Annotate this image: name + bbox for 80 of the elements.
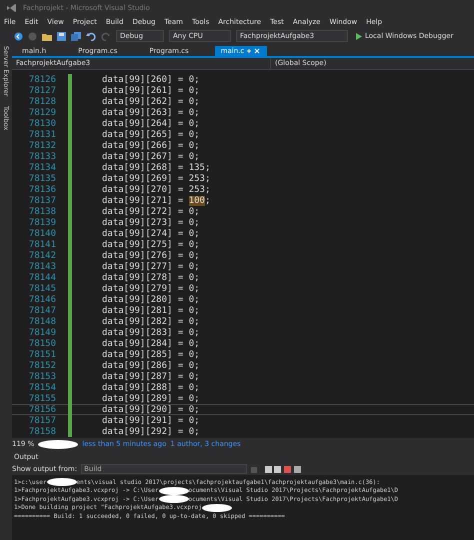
line-number: 78151 bbox=[28, 350, 57, 360]
code-line: data[99][265] = 0; bbox=[102, 130, 200, 140]
undo-icon[interactable] bbox=[86, 32, 96, 40]
line-number: 78140 bbox=[28, 228, 57, 238]
code-line: data[99][263] = 0; bbox=[102, 108, 200, 118]
code-line: data[99][264] = 0; bbox=[102, 118, 200, 128]
line-number: 78158 bbox=[28, 426, 57, 436]
play-icon bbox=[356, 32, 362, 40]
redaction-mark bbox=[38, 440, 78, 448]
code-line: data[99][284] = 0; bbox=[102, 338, 200, 348]
line-number: 78143 bbox=[28, 262, 57, 272]
code-line: data[99][287] = 0; bbox=[102, 372, 200, 382]
code-line: data[99][273] = 0; bbox=[102, 218, 200, 228]
code-line: data[99][270] = 253; bbox=[102, 184, 210, 194]
code-line: data[99][285] = 0; bbox=[102, 350, 200, 360]
redaction-mark bbox=[46, 478, 77, 486]
code-line: data[99][288] = 0; bbox=[102, 382, 200, 392]
line-number: 78141 bbox=[28, 240, 57, 250]
line-number: 78132 bbox=[28, 140, 57, 150]
save-all-icon[interactable] bbox=[71, 32, 81, 40]
code-line: data[99][292] = 0; bbox=[102, 426, 200, 436]
line-number: 78127 bbox=[28, 86, 57, 96]
line-number: 78144 bbox=[28, 272, 57, 282]
redaction-mark bbox=[202, 504, 232, 512]
code-line: data[99][289] = 0; bbox=[102, 394, 200, 404]
code-line: data[99][260] = 0; bbox=[102, 74, 200, 84]
code-line: data[99][282] = 0; bbox=[102, 316, 200, 326]
code-line: data[99][275] = 0; bbox=[102, 240, 200, 250]
line-number: 78157 bbox=[28, 416, 57, 426]
line-number: 78130 bbox=[28, 118, 57, 128]
code-line: data[99][261] = 0; bbox=[102, 86, 200, 96]
code-line: data[99][281] = 0; bbox=[102, 306, 200, 316]
code-line: data[99][274] = 0; bbox=[102, 228, 200, 238]
line-number: 78139 bbox=[28, 218, 57, 228]
line-number: 78135 bbox=[28, 174, 57, 184]
code-line: data[99][272] = 0; bbox=[102, 206, 200, 216]
redaction-mark bbox=[158, 495, 188, 504]
line-number: 78152 bbox=[28, 360, 57, 370]
code-line: data[99][283] = 0; bbox=[102, 328, 200, 338]
line-number: 78153 bbox=[28, 372, 57, 382]
code-line: data[99][286] = 0; bbox=[102, 360, 200, 370]
line-number: 78155 bbox=[28, 394, 57, 404]
line-number: 78133 bbox=[28, 152, 57, 162]
line-number: 78129 bbox=[28, 108, 57, 118]
line-number: 78150 bbox=[28, 338, 57, 348]
code-line: data[99][279] = 0; bbox=[102, 284, 200, 294]
code-line: data[99][268] = 135; bbox=[102, 162, 210, 172]
line-number: 78147 bbox=[28, 306, 57, 316]
line-number: 78134 bbox=[28, 162, 57, 172]
line-number: 78148 bbox=[28, 316, 57, 326]
code-line: data[99][262] = 0; bbox=[102, 96, 200, 106]
line-number: 78145 bbox=[28, 284, 57, 294]
code-line: data[99][291] = 0; bbox=[102, 416, 200, 426]
code-line: data[99][277] = 0; bbox=[102, 262, 200, 272]
code-line: data[99][269] = 253; bbox=[102, 174, 210, 184]
app-logo-icon bbox=[6, 2, 17, 12]
line-number: 78128 bbox=[28, 96, 57, 106]
code-line: data[99][290] = 0; bbox=[102, 404, 200, 414]
toolbar-icons-drawing[interactable] bbox=[251, 464, 302, 474]
line-number: 78137 bbox=[28, 196, 57, 206]
line-number: 78131 bbox=[28, 130, 57, 140]
line-number: 78146 bbox=[28, 294, 57, 304]
code-line: data[99][280] = 0; bbox=[102, 294, 200, 304]
code-line: data[99][266] = 0; bbox=[102, 140, 200, 150]
folder-icon[interactable] bbox=[42, 32, 52, 40]
line-number: 78156 bbox=[28, 404, 57, 414]
code-line: data[99][271] = 100; bbox=[102, 196, 210, 206]
line-number: 78136 bbox=[28, 184, 57, 194]
pin-close-icon[interactable] bbox=[247, 48, 262, 54]
line-number: 78142 bbox=[28, 250, 57, 260]
line-number: 78154 bbox=[28, 382, 57, 392]
code-line: data[99][267] = 0; bbox=[102, 152, 200, 162]
redaction-mark bbox=[158, 486, 188, 495]
line-number: 78138 bbox=[28, 206, 57, 216]
code-line: data[99][278] = 0; bbox=[102, 272, 200, 282]
save-icon[interactable] bbox=[57, 32, 66, 40]
line-number: 78126 bbox=[28, 74, 57, 84]
code-line: data[99][276] = 0; bbox=[102, 250, 200, 260]
back-icon[interactable] bbox=[14, 32, 23, 40]
line-number: 78149 bbox=[28, 328, 57, 338]
